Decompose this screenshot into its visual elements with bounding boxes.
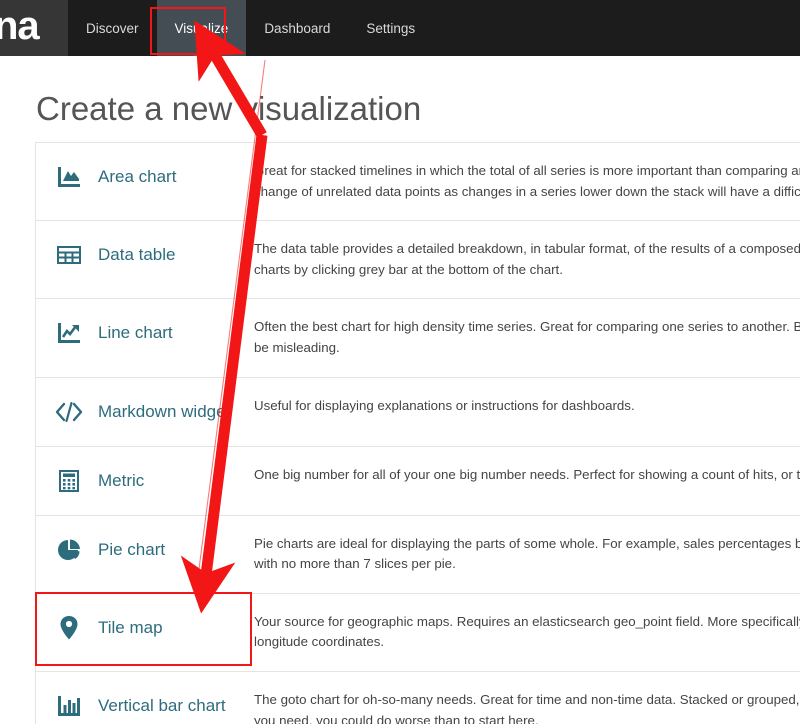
kibana-logo-text: na bbox=[0, 4, 40, 48]
list-item[interactable]: Tile map Your source for geographic maps… bbox=[36, 594, 800, 673]
nav-tab-dashboard[interactable]: Dashboard bbox=[246, 0, 348, 56]
vis-type-label[interactable]: Markdown widget bbox=[98, 402, 230, 422]
desc-line: One big number for all of your one big n… bbox=[254, 466, 800, 482]
data-table-icon bbox=[52, 243, 86, 267]
vis-type-label[interactable]: Data table bbox=[98, 245, 176, 265]
desc-line: Often the best chart for high density ti… bbox=[254, 319, 800, 335]
list-item[interactable]: Pie chart Pie charts are ideal for displ… bbox=[36, 516, 800, 594]
desc-line: be misleading. bbox=[254, 339, 340, 355]
line-chart-icon bbox=[52, 321, 86, 345]
bar-chart-icon bbox=[52, 694, 86, 718]
vis-type-description: The goto chart for oh-so-many needs. Gre… bbox=[254, 672, 800, 724]
list-item[interactable]: Markdown widget Useful for displaying ex… bbox=[36, 378, 800, 447]
desc-line: The data table provides a detailed break… bbox=[254, 241, 800, 257]
vis-type-tile-map[interactable]: Tile map bbox=[36, 594, 254, 662]
desc-line: with no more than 7 slices per pie. bbox=[254, 556, 456, 572]
vis-type-description: Useful for displaying explanations or in… bbox=[254, 378, 800, 435]
nav-tab-visualize[interactable]: Visualize bbox=[156, 0, 247, 56]
vis-type-markdown-widget[interactable]: Markdown widget bbox=[36, 378, 254, 446]
nav-tab-discover-label: Discover bbox=[86, 20, 139, 36]
desc-line: charts by clicking grey bar at the botto… bbox=[254, 261, 563, 277]
area-chart-icon bbox=[52, 165, 86, 189]
vis-type-description: Great for stacked timelines in which the… bbox=[254, 143, 800, 220]
top-navbar: na Discover Visualize Dashboard Settings bbox=[0, 0, 800, 56]
vis-type-pie-chart[interactable]: Pie chart bbox=[36, 516, 254, 584]
list-item[interactable]: Vertical bar chart The goto chart for oh… bbox=[36, 672, 800, 724]
list-item[interactable]: Area chart Great for stacked timelines i… bbox=[36, 143, 800, 222]
vis-type-description: Your source for geographic maps. Require… bbox=[254, 594, 800, 671]
kibana-logo[interactable]: na bbox=[0, 0, 68, 56]
calculator-icon bbox=[52, 469, 86, 493]
page-title: Create a new visualization bbox=[36, 90, 422, 127]
vis-type-area-chart[interactable]: Area chart bbox=[36, 143, 254, 211]
list-item[interactable]: Data table The data table provides a det… bbox=[36, 221, 800, 300]
list-item[interactable]: Line chart Often the best chart for high… bbox=[36, 299, 800, 378]
vis-type-label[interactable]: Metric bbox=[98, 471, 144, 491]
vis-type-metric[interactable]: Metric bbox=[36, 447, 254, 515]
vis-type-data-table[interactable]: Data table bbox=[36, 221, 254, 289]
list-item[interactable]: Metric One big number for all of your on… bbox=[36, 447, 800, 516]
vis-type-label[interactable]: Area chart bbox=[98, 167, 176, 187]
nav-item-list: Discover Visualize Dashboard Settings bbox=[68, 0, 433, 56]
vis-type-label[interactable]: Line chart bbox=[98, 323, 173, 343]
nav-tab-settings-label: Settings bbox=[366, 20, 416, 36]
nav-tab-settings[interactable]: Settings bbox=[348, 0, 433, 56]
desc-line: Useful for displaying explanations or in… bbox=[254, 397, 635, 413]
desc-line: change of unrelated data points as chang… bbox=[254, 183, 800, 199]
vis-type-description: One big number for all of your one big n… bbox=[254, 447, 800, 504]
nav-tab-visualize-label: Visualize bbox=[174, 20, 229, 36]
vis-type-vertical-bar-chart[interactable]: Vertical bar chart bbox=[36, 672, 254, 724]
page-content: Create a new visualization Area chart Gr… bbox=[0, 56, 800, 724]
pie-chart-icon bbox=[52, 538, 86, 562]
active-tab-caret-icon bbox=[193, 48, 210, 56]
visualization-type-list: Area chart Great for stacked timelines i… bbox=[35, 141, 800, 724]
vis-type-description: Often the best chart for high density ti… bbox=[254, 299, 800, 376]
desc-line: The goto chart for oh-so-many needs. Gre… bbox=[254, 692, 800, 708]
nav-tab-dashboard-label: Dashboard bbox=[264, 20, 331, 36]
markdown-code-icon bbox=[52, 401, 86, 423]
nav-tab-discover[interactable]: Discover bbox=[68, 0, 157, 56]
desc-line: longitude coordinates. bbox=[254, 634, 385, 650]
vis-type-label[interactable]: Pie chart bbox=[98, 540, 165, 560]
desc-line: Your source for geographic maps. Require… bbox=[254, 613, 800, 629]
vis-type-description: The data table provides a detailed break… bbox=[254, 221, 800, 298]
map-pin-icon bbox=[52, 615, 86, 641]
desc-line: Great for stacked timelines in which the… bbox=[254, 162, 800, 178]
desc-line: Pie charts are ideal for displaying the … bbox=[254, 535, 800, 551]
vis-type-description: Pie charts are ideal for displaying the … bbox=[254, 516, 800, 593]
vis-type-label[interactable]: Vertical bar chart bbox=[98, 696, 226, 716]
vis-type-label[interactable]: Tile map bbox=[98, 618, 163, 638]
kibana-visualize-page: na Discover Visualize Dashboard Settings… bbox=[0, 0, 800, 724]
vis-type-line-chart[interactable]: Line chart bbox=[36, 299, 254, 367]
desc-line: you need, you could do worse than to sta… bbox=[254, 712, 539, 724]
